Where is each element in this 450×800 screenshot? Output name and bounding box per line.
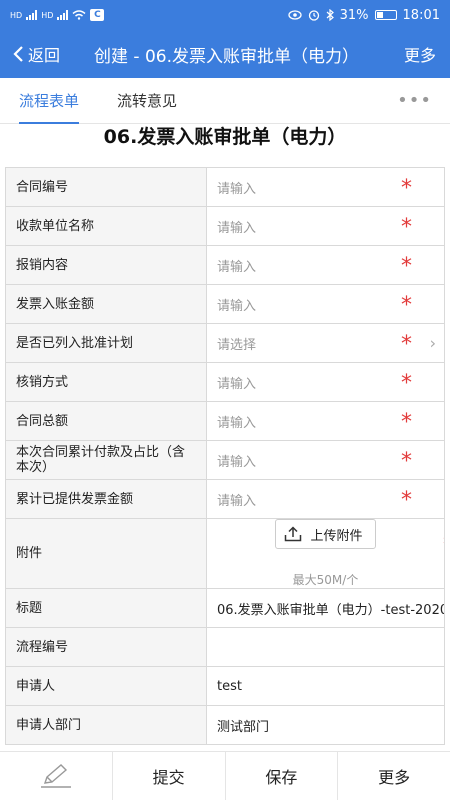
applicant-value: test bbox=[217, 678, 242, 694]
field-label: 发票入账金额 bbox=[6, 285, 207, 323]
page-title: 创建 - 06.发票入账审批单（电力） bbox=[94, 46, 359, 67]
submit-button[interactable]: 提交 bbox=[113, 752, 226, 800]
tab-flow-form[interactable]: 流程表单 bbox=[0, 78, 98, 124]
field-placeholder: 请输入 bbox=[217, 181, 257, 197]
invoice-cumulative-input[interactable]: 请输入 * bbox=[207, 480, 444, 518]
form-row-expense-content: 报销内容 请输入 * bbox=[5, 246, 445, 285]
payee-name-input[interactable]: 请输入 * bbox=[207, 207, 444, 245]
form-row-contract-total: 合同总额 请输入 * bbox=[5, 402, 445, 441]
more-dots-icon[interactable]: ••• bbox=[397, 90, 450, 111]
field-placeholder: 请输入 bbox=[217, 493, 257, 509]
field-label: 本次合同累计付款及占比（含本次） bbox=[6, 441, 207, 479]
approved-plan-select[interactable]: 请选择 * › bbox=[207, 324, 444, 362]
upload-attachment-button[interactable]: 上传附件 bbox=[275, 519, 376, 549]
form-row-contract-no: 合同编号 请输入 * bbox=[5, 168, 445, 207]
field-placeholder: 请输入 bbox=[217, 298, 257, 314]
field-label: 附件 bbox=[6, 519, 207, 588]
cumulative-payment-input[interactable]: 请输入 * bbox=[207, 441, 444, 479]
wifi-icon bbox=[72, 10, 86, 20]
signal-icon-2 bbox=[57, 10, 69, 20]
required-mark: * bbox=[401, 448, 412, 474]
status-left: HD HD C bbox=[10, 9, 105, 21]
invoice-amount-input[interactable]: 请输入 * bbox=[207, 285, 444, 323]
field-label: 报销内容 bbox=[6, 246, 207, 284]
field-label: 合同编号 bbox=[6, 168, 207, 206]
bottom-more-button[interactable]: 更多 bbox=[338, 752, 450, 800]
battery-percent: 31% bbox=[339, 7, 369, 23]
form-row-payee-name: 收款单位名称 请输入 * bbox=[5, 207, 445, 246]
required-mark: * bbox=[401, 292, 412, 318]
pencil-icon bbox=[40, 764, 71, 788]
save-button[interactable]: 保存 bbox=[226, 752, 339, 800]
form-row-invoice-amount: 发票入账金额 请输入 * bbox=[5, 285, 445, 324]
eye-icon bbox=[287, 10, 302, 20]
contract-total-input[interactable]: 请输入 * bbox=[207, 402, 444, 440]
applicant-dept-value: 测试部门 bbox=[217, 719, 270, 735]
field-placeholder: 请输入 bbox=[217, 376, 257, 392]
app-notification-icon: C bbox=[90, 9, 105, 21]
form-row-cumulative-payment: 本次合同累计付款及占比（含本次） 请输入 * bbox=[5, 441, 445, 480]
contract-no-input[interactable]: 请输入 * bbox=[207, 168, 444, 206]
field-placeholder: 请输入 bbox=[217, 415, 257, 431]
form-title: 06.发票入账审批单（电力） bbox=[103, 126, 347, 148]
flow-number-value bbox=[207, 628, 444, 666]
field-label: 申请人 bbox=[6, 667, 207, 705]
writeoff-method-input[interactable]: 请输入 * bbox=[207, 363, 444, 401]
field-label: 核销方式 bbox=[6, 363, 207, 401]
form-table: 合同编号 请输入 * 收款单位名称 请输入 * 报销内容 请输入 * 发票入账金额 请… bbox=[5, 167, 445, 745]
title-input[interactable]: 06.发票入账审批单（电力）-test-2020-06-29 bbox=[207, 589, 444, 627]
edit-button[interactable] bbox=[0, 752, 113, 800]
network-type-label: HD bbox=[10, 10, 23, 20]
form-row-applicant-dept: 申请人部门 测试部门 bbox=[5, 706, 445, 745]
battery-icon bbox=[374, 10, 397, 20]
field-label: 申请人部门 bbox=[6, 706, 207, 744]
expense-content-input[interactable]: 请输入 * bbox=[207, 246, 444, 284]
field-placeholder: 请输入 bbox=[217, 220, 257, 236]
form-row-applicant: 申请人 test bbox=[5, 667, 445, 706]
header-more-button[interactable]: 更多 bbox=[390, 42, 450, 66]
field-label: 流程编号 bbox=[6, 628, 207, 666]
form-row-invoice-cumulative: 累计已提供发票金额 请输入 * bbox=[5, 480, 445, 519]
field-label: 是否已列入批准计划 bbox=[6, 324, 207, 362]
network-type-label-2: HD bbox=[41, 10, 54, 20]
required-mark: * bbox=[443, 533, 444, 558]
required-mark: * bbox=[401, 331, 412, 357]
field-placeholder: 请选择 bbox=[217, 337, 257, 353]
app-header: 返回 创建 - 06.发票入账审批单（电力） 更多 bbox=[0, 30, 450, 78]
attachment-field: 上传附件 最大50M/个 * bbox=[207, 519, 444, 588]
form-row-attachment: 附件 上传附件 最大50M/个 * bbox=[5, 519, 445, 589]
form-row-title: 标题 06.发票入账审批单（电力）-test-2020-06-29 bbox=[5, 589, 445, 628]
required-mark: * bbox=[401, 253, 412, 279]
upload-icon bbox=[285, 526, 302, 542]
alarm-icon bbox=[308, 10, 319, 21]
field-label: 收款单位名称 bbox=[6, 207, 207, 245]
required-mark: * bbox=[401, 175, 412, 201]
field-label: 合同总额 bbox=[6, 402, 207, 440]
chevron-right-icon: › bbox=[429, 333, 436, 353]
field-label: 累计已提供发票金额 bbox=[6, 480, 207, 518]
clock-time: 18:01 bbox=[402, 7, 440, 23]
field-placeholder: 请输入 bbox=[217, 454, 257, 470]
chevron-left-icon bbox=[13, 46, 23, 62]
field-placeholder: 请输入 bbox=[217, 259, 257, 275]
tab-bar: 流程表单 流转意见 ••• bbox=[0, 78, 450, 124]
required-mark: * bbox=[401, 487, 412, 513]
attachment-hint: 最大50M/个 bbox=[292, 573, 359, 587]
required-mark: * bbox=[401, 370, 412, 396]
status-bar: HD HD C 31% 18:01 bbox=[0, 0, 450, 30]
tab-flow-opinions[interactable]: 流转意见 bbox=[98, 78, 196, 124]
signal-icon bbox=[26, 10, 38, 20]
bottom-action-bar: 提交 保存 更多 bbox=[0, 751, 450, 800]
required-mark: * bbox=[401, 409, 412, 435]
field-label: 标题 bbox=[6, 589, 207, 627]
back-button[interactable]: 返回 bbox=[0, 42, 80, 66]
upload-label: 上传附件 bbox=[310, 528, 363, 544]
status-right: 31% 18:01 bbox=[287, 7, 440, 23]
bluetooth-icon bbox=[326, 9, 334, 21]
form-row-approved-plan: 是否已列入批准计划 请选择 * › bbox=[5, 324, 445, 363]
form-row-writeoff-method: 核销方式 请输入 * bbox=[5, 363, 445, 402]
back-label: 返回 bbox=[28, 46, 61, 65]
required-mark: * bbox=[401, 214, 412, 240]
form-row-flow-number: 流程编号 bbox=[5, 628, 445, 667]
